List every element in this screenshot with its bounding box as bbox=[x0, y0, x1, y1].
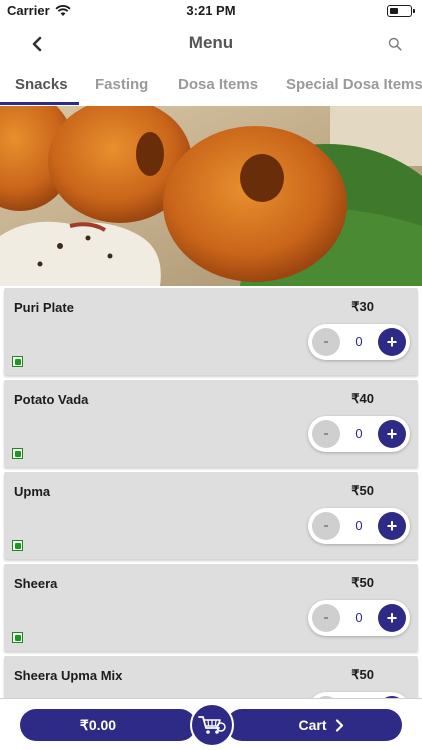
quantity-value: 0 bbox=[355, 426, 363, 441]
item-name: Potato Vada bbox=[14, 392, 89, 407]
quantity-value: 0 bbox=[355, 518, 363, 533]
decrease-button[interactable]: - bbox=[312, 512, 340, 540]
tab-snacks[interactable]: Snacks bbox=[15, 76, 68, 93]
item-name: Sheera bbox=[14, 576, 58, 591]
search-button[interactable] bbox=[384, 33, 406, 55]
chevron-left-icon bbox=[32, 36, 42, 52]
item-name: Upma bbox=[14, 484, 51, 499]
item-name: Puri Plate bbox=[14, 300, 74, 315]
menu-item-list: Puri Plate ₹30 - 0 + Potato Vada ₹40 - 0… bbox=[4, 288, 418, 748]
item-price: ₹40 bbox=[351, 391, 374, 406]
veg-icon bbox=[12, 356, 23, 367]
increase-button[interactable]: + bbox=[378, 420, 406, 448]
nav-bar: Menu bbox=[0, 22, 422, 64]
cart-icon-button[interactable] bbox=[190, 703, 234, 747]
status-bar: Carrier 3:21 PM bbox=[0, 0, 422, 22]
category-banner-image bbox=[0, 106, 422, 286]
menu-item-card: Sheera ₹50 - 0 + bbox=[4, 564, 418, 651]
menu-item-card: Upma ₹50 - 0 + bbox=[4, 472, 418, 559]
page-title: Menu bbox=[188, 33, 234, 52]
decrease-button[interactable]: - bbox=[312, 328, 340, 356]
veg-icon bbox=[12, 540, 23, 551]
chevron-right-icon bbox=[335, 718, 343, 732]
item-price: ₹50 bbox=[351, 667, 374, 682]
clock: 3:21 PM bbox=[186, 3, 236, 18]
tab-fasting[interactable]: Fasting bbox=[95, 76, 148, 93]
category-tabs: Snacks Fasting Dosa Items Special Dosa I… bbox=[0, 64, 422, 106]
item-name: Sheera Upma Mix bbox=[14, 668, 123, 683]
search-icon bbox=[388, 37, 402, 51]
veg-icon bbox=[12, 632, 23, 643]
increase-button[interactable]: + bbox=[378, 328, 406, 356]
quantity-value: 0 bbox=[355, 334, 363, 349]
item-price: ₹30 bbox=[351, 299, 374, 314]
menu-item-card: Potato Vada ₹40 - 0 + bbox=[4, 380, 418, 467]
quantity-value: 0 bbox=[355, 610, 363, 625]
tab-special-dosa-items[interactable]: Special Dosa Items bbox=[286, 76, 422, 93]
increase-button[interactable]: + bbox=[378, 512, 406, 540]
quantity-stepper: - 0 + bbox=[308, 600, 410, 636]
cart-button[interactable]: Cart bbox=[226, 709, 402, 741]
back-button[interactable] bbox=[24, 31, 50, 57]
veg-icon bbox=[12, 448, 23, 459]
cart-label: Cart bbox=[298, 717, 327, 733]
decrease-button[interactable]: - bbox=[312, 604, 340, 632]
decrease-button[interactable]: - bbox=[312, 420, 340, 448]
item-price: ₹50 bbox=[351, 483, 374, 498]
increase-button[interactable]: + bbox=[378, 604, 406, 632]
quantity-stepper: - 0 + bbox=[308, 508, 410, 544]
cart-total: ₹0.00 bbox=[20, 709, 196, 741]
item-price: ₹50 bbox=[351, 575, 374, 590]
shopping-cart-icon bbox=[198, 716, 226, 734]
menu-item-card: Puri Plate ₹30 - 0 + bbox=[4, 288, 418, 375]
cart-footer: ₹0.00 Cart bbox=[0, 698, 422, 750]
tab-dosa-items[interactable]: Dosa Items bbox=[178, 76, 258, 93]
quantity-stepper: - 0 + bbox=[308, 416, 410, 452]
quantity-stepper: - 0 + bbox=[308, 324, 410, 360]
active-tab-indicator bbox=[0, 102, 79, 105]
battery-icon bbox=[387, 5, 415, 17]
